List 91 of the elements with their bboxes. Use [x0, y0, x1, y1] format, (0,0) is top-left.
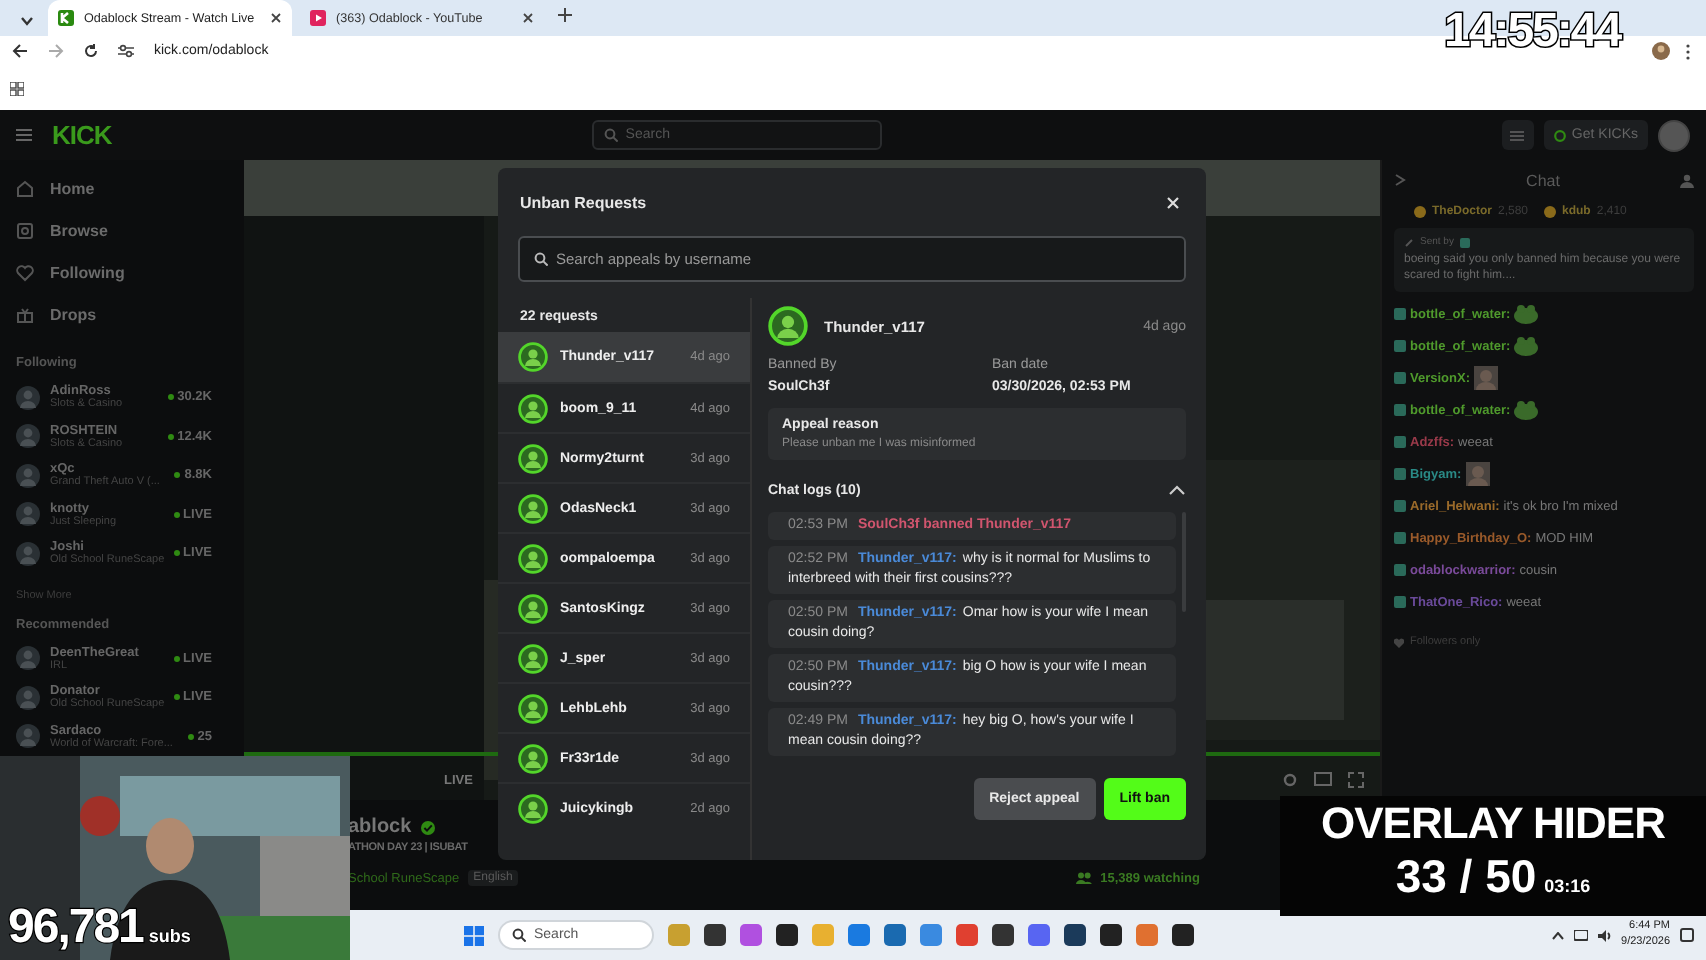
live-dot-icon [187, 733, 194, 740]
clock-overlay: 14:55:44 [1444, 4, 1621, 60]
live-dot-icon [173, 655, 180, 662]
chat-app-icon[interactable] [1028, 924, 1050, 946]
live-dot-icon [173, 694, 180, 701]
coin-icon [1553, 129, 1566, 141]
channel-avatar-icon [16, 424, 40, 449]
close-icon[interactable] [270, 12, 282, 24]
badge-icon [1394, 532, 1406, 545]
channel-avatar-icon [16, 541, 40, 566]
face-emote-icon [1473, 366, 1498, 391]
viewers-icon [1076, 872, 1093, 884]
chevron-up-icon[interactable] [1551, 931, 1564, 939]
badge-icon [1394, 372, 1406, 385]
channel-avatar-icon [16, 646, 40, 671]
video-favicon-icon [310, 10, 326, 26]
badge-icon [1394, 468, 1406, 481]
badge-icon [1394, 564, 1406, 577]
list-icon [1510, 129, 1525, 141]
users-icon[interactable] [1680, 173, 1694, 187]
badge-icon [1394, 436, 1406, 449]
chat-title: Chat [1526, 171, 1560, 189]
gift-icon [16, 306, 34, 324]
live-dot-icon [167, 433, 174, 440]
compass-icon [16, 222, 34, 240]
volume-icon[interactable] [1597, 929, 1612, 941]
channel-avatar-icon [16, 724, 40, 749]
badge-icon [1394, 308, 1406, 321]
browser-icon[interactable] [956, 924, 978, 946]
nav-link[interactable]: Home [16, 168, 244, 210]
frog-emote-icon [1514, 336, 1539, 357]
browser-icon[interactable] [848, 924, 870, 946]
search-icon [603, 128, 618, 142]
mail-icon[interactable] [920, 924, 942, 946]
nav-link[interactable]: Drops [16, 294, 244, 336]
app-icon[interactable] [1172, 924, 1194, 946]
medal-icon [1414, 206, 1426, 218]
channel-avatar-icon [16, 385, 40, 410]
heart-icon [16, 264, 34, 282]
apps-grid-icon[interactable] [10, 81, 24, 95]
windows-start-icon[interactable] [464, 925, 484, 945]
app-icon[interactable] [992, 924, 1014, 946]
kick-logo[interactable]: KICK [52, 120, 112, 150]
home-icon [16, 180, 34, 198]
live-dot-icon [173, 550, 180, 557]
overlay-title: OVERLAY HIDER [1321, 796, 1665, 850]
close-icon[interactable] [522, 12, 534, 24]
kick-favicon-icon [58, 10, 74, 26]
profile-avatar-icon[interactable] [1652, 42, 1670, 60]
medal-icon [1544, 206, 1557, 218]
menu-icon[interactable] [16, 128, 32, 142]
subscriber-label: subs [148, 926, 191, 946]
nav-link[interactable]: Browse [16, 210, 244, 252]
site-settings-icon[interactable] [118, 44, 134, 58]
channel-avatar-icon [16, 502, 40, 527]
heart-icon [1394, 637, 1404, 648]
badge-icon [1394, 340, 1406, 353]
frog-emote-icon [1514, 304, 1539, 325]
live-dot-icon [173, 511, 180, 518]
subscriber-count: 96,781 [8, 900, 143, 956]
badge-icon [1394, 596, 1406, 609]
app-icon[interactable] [1064, 924, 1086, 946]
notifications-icon[interactable] [1680, 928, 1694, 942]
search-icon [512, 928, 526, 942]
reload-icon[interactable] [84, 44, 98, 58]
overlay-count: 33 / 50 [1395, 850, 1537, 902]
streamer-name[interactable]: ablock [348, 816, 412, 838]
back-icon[interactable] [12, 44, 28, 58]
user-avatar[interactable] [1658, 119, 1690, 151]
live-dot-icon [174, 472, 181, 479]
frog-emote-icon [1514, 400, 1539, 421]
app-icon[interactable] [776, 924, 798, 946]
app-icon[interactable] [704, 924, 726, 946]
badge-icon [1394, 500, 1406, 513]
user-avatar-icon [518, 793, 548, 823]
live-dot-icon [167, 394, 174, 401]
terminal-icon[interactable] [1100, 924, 1122, 946]
collapse-icon[interactable] [1394, 174, 1406, 186]
face-emote-icon [1465, 462, 1490, 487]
channel-avatar-icon [16, 463, 40, 488]
caret-icon [19, 15, 33, 25]
channel-avatar-icon [16, 685, 40, 710]
plus-icon [558, 8, 572, 22]
new-tab-button[interactable] [552, 4, 578, 28]
nav-link[interactable]: Following [16, 252, 244, 294]
badge-icon [1394, 404, 1406, 417]
library-button[interactable] [1501, 120, 1534, 150]
overlay-timer: 03:16 [1544, 876, 1591, 896]
pin-icon [1404, 237, 1414, 247]
badge-icon [1459, 237, 1470, 247]
network-icon[interactable] [1573, 929, 1588, 941]
